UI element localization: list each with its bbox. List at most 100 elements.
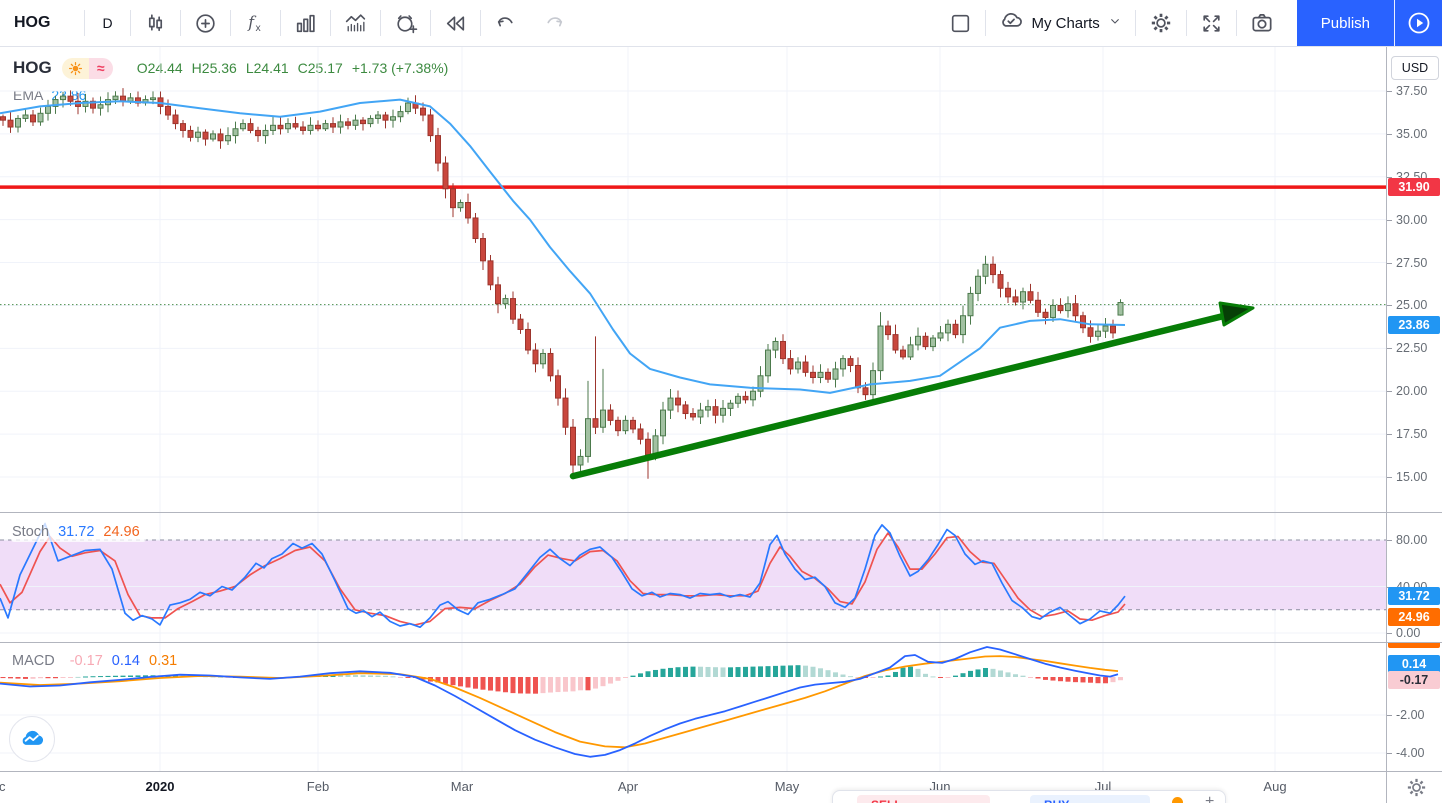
macd-histogram-bar (23, 677, 28, 679)
candle-body (226, 136, 231, 141)
macd-histogram-bar (136, 675, 141, 677)
candle-body (773, 341, 778, 350)
macd-histogram-bar (83, 676, 88, 677)
time-axis-settings-icon[interactable] (1404, 775, 1429, 803)
candle-body (878, 326, 883, 371)
tradingview-logo[interactable] (9, 716, 55, 762)
macd-histogram-bar (638, 673, 643, 677)
replay-icon[interactable] (431, 0, 480, 46)
candle-body (68, 96, 73, 101)
panel-separator[interactable] (0, 512, 1442, 513)
candle-body (901, 350, 906, 357)
candle-body (976, 276, 981, 293)
indicators-fx-icon[interactable]: f x (231, 0, 280, 46)
candle-body (608, 410, 613, 420)
candle-body (1043, 312, 1048, 317)
macd-histogram-bar (8, 677, 13, 678)
chevron-down-icon (1107, 13, 1123, 33)
candle-body (31, 115, 36, 122)
camera-snapshot-icon[interactable] (1237, 0, 1287, 46)
candle-body (488, 261, 493, 285)
candle-body (503, 299, 508, 304)
fundamentals-chart-icon[interactable] (331, 0, 380, 46)
fullscreen-icon[interactable] (1187, 0, 1236, 46)
macd-histogram-bar (68, 677, 73, 678)
macd-histogram-bar (391, 676, 396, 677)
panel-separator[interactable] (0, 642, 1442, 643)
publish-button[interactable]: Publish (1297, 0, 1394, 46)
candle-body (518, 319, 523, 329)
axis-price-badge: 31.90 (1388, 178, 1440, 196)
undo-icon[interactable] (481, 0, 530, 46)
top-toolbar: HOG D f x (0, 0, 1442, 47)
compare-add-icon[interactable] (181, 0, 230, 46)
macd-panel[interactable] (0, 643, 1386, 771)
redo-icon[interactable] (530, 0, 579, 46)
price-scale-macd[interactable]: -2.00-4.000.310.14-0.17 (1387, 643, 1442, 771)
candle-body (46, 106, 51, 113)
stoch-label[interactable]: Stoch (12, 524, 49, 540)
my-charts-label: My Charts (1031, 15, 1099, 32)
macd-histogram-bar (691, 667, 696, 677)
sell-button[interactable]: SELL (857, 795, 990, 803)
add-order-icon[interactable]: + (1205, 793, 1214, 803)
candle-body (848, 359, 853, 366)
candle-body (766, 350, 771, 376)
price-scale-main[interactable]: USD 37.5035.0032.5030.0027.5025.0022.502… (1387, 46, 1442, 513)
candle-body (818, 372, 823, 377)
macd-histogram-bar (893, 672, 898, 677)
interval-button[interactable]: D (85, 0, 129, 46)
candle-body (398, 112, 403, 117)
main-price-chart[interactable] (0, 46, 1386, 512)
macd-histogram-bar (376, 676, 381, 677)
ema-line[interactable] (0, 100, 1125, 393)
candle-body (376, 115, 381, 118)
layout-square-icon[interactable] (936, 0, 985, 46)
macd-histogram-bar (46, 677, 51, 678)
trend-arrow-line[interactable] (573, 312, 1240, 476)
axis-vertical-separator (1386, 46, 1387, 803)
candle-body (271, 125, 276, 130)
candle-body (638, 429, 643, 439)
macd-histogram-bar (571, 677, 576, 691)
price-scale-stoch[interactable]: 80.0040.000.0031.7224.96 (1387, 513, 1442, 643)
trade-panel: SELL BUY + (832, 790, 1226, 803)
buy-button[interactable]: BUY (1030, 795, 1150, 803)
macd-label[interactable]: MACD (12, 653, 55, 669)
macd-histogram-bar (968, 671, 973, 677)
macd-histogram-bar (713, 667, 718, 677)
axis-tick-label: 22.50 (1396, 340, 1427, 356)
candle-body (113, 96, 118, 99)
candle-body (961, 316, 966, 335)
indicator-templates-icon[interactable] (281, 0, 330, 46)
axis-tick-label: 30.00 (1396, 212, 1427, 228)
axis-tick-label: 37.50 (1396, 83, 1427, 99)
symbol-button[interactable]: HOG (0, 0, 84, 46)
candle-body (1111, 326, 1116, 333)
stochastic-panel[interactable] (0, 513, 1386, 642)
publish-play-button[interactable] (1395, 0, 1442, 46)
candlestick-style-icon[interactable] (131, 0, 180, 46)
candle-body (563, 398, 568, 427)
settings-gear-icon[interactable] (1136, 0, 1186, 46)
candle-body (23, 115, 28, 118)
candle-body (263, 130, 268, 135)
candle-body (1088, 328, 1093, 337)
trade-status-icon (1172, 797, 1183, 803)
macd-histogram-bar (346, 675, 351, 677)
macd-histogram-bar (113, 676, 118, 677)
candle-body (556, 376, 561, 398)
alert-add-icon[interactable] (381, 0, 430, 46)
macd-histogram-bar (1, 677, 6, 678)
macd-signal-value: 0.31 (149, 653, 177, 669)
candle-body (1006, 288, 1011, 297)
candle-body (241, 124, 246, 129)
macd-histogram-bar (593, 677, 598, 689)
currency-usd-button[interactable]: USD (1391, 56, 1439, 80)
my-charts-button[interactable]: My Charts (986, 0, 1134, 46)
candle-body (983, 264, 988, 276)
candle-body (248, 124, 253, 131)
macd-histogram-bar (668, 668, 673, 677)
candle-body (173, 115, 178, 124)
trend-arrow-head[interactable] (1220, 303, 1253, 325)
